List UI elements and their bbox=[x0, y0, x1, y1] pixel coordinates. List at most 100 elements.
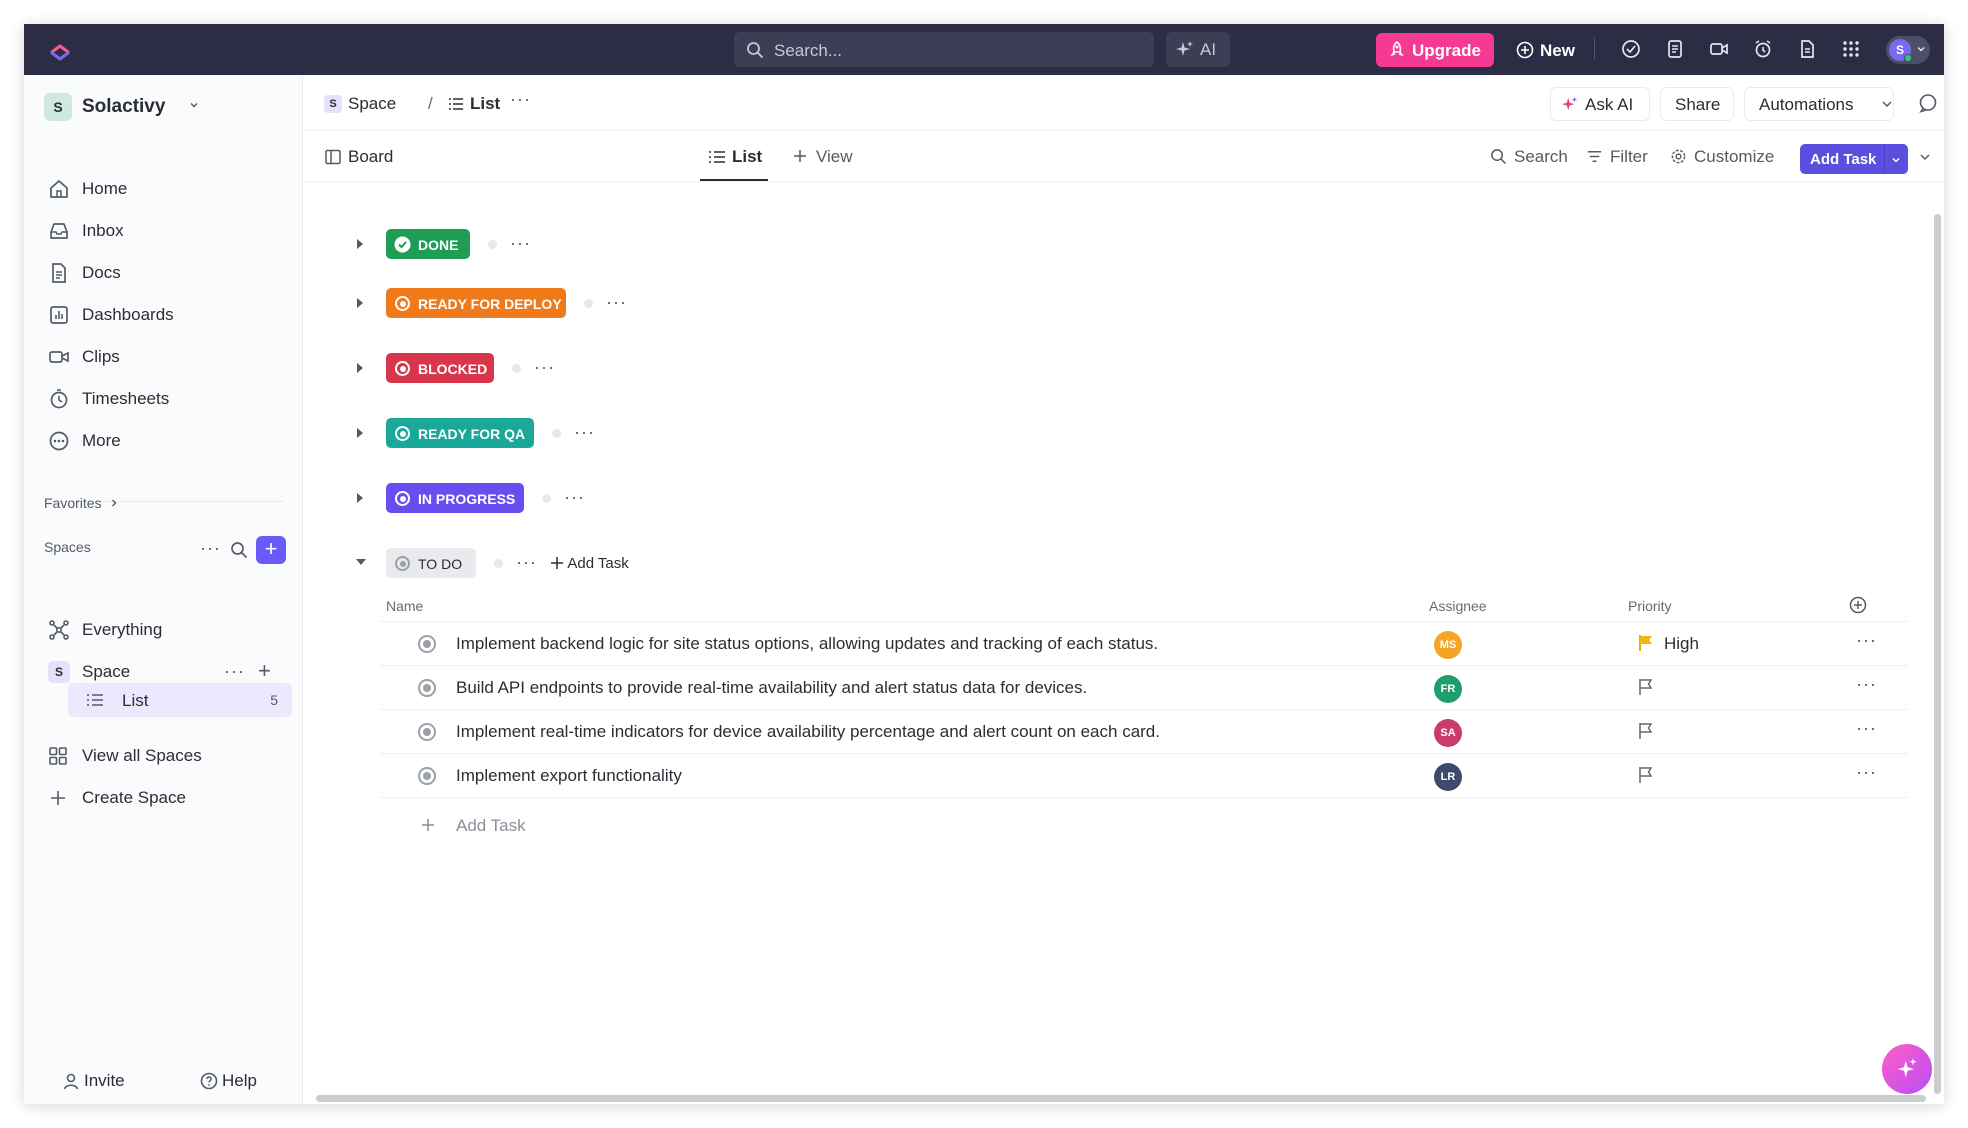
list-more-icon[interactable]: ··· bbox=[510, 89, 531, 110]
sidebar-item-create-space[interactable]: Create Space bbox=[48, 783, 288, 813]
ai-assistant-button[interactable] bbox=[1882, 1044, 1932, 1094]
spaces-more-icon[interactable]: ··· bbox=[200, 538, 221, 559]
space-add-icon[interactable]: + bbox=[258, 658, 271, 684]
sidebar-item-dashboards[interactable]: Dashboards bbox=[48, 300, 278, 330]
row-more-icon[interactable]: ··· bbox=[1856, 762, 1877, 783]
share-button[interactable]: Share bbox=[1660, 87, 1734, 121]
status-badge[interactable]: TO DO bbox=[386, 548, 476, 578]
automations-button[interactable]: Automations bbox=[1744, 87, 1894, 121]
group-more-icon[interactable]: ··· bbox=[564, 487, 585, 508]
column-header-assignee[interactable]: Assignee bbox=[1429, 598, 1487, 614]
chat-bubble-icon[interactable] bbox=[1918, 93, 1938, 113]
sidebar-item-home[interactable]: Home bbox=[48, 174, 278, 204]
task-name[interactable]: Build API endpoints to provide real-time… bbox=[456, 678, 1087, 698]
group-add-task-button[interactable]: Add Task bbox=[550, 555, 629, 572]
caret-right-icon[interactable] bbox=[354, 296, 366, 310]
tab-list-label: List bbox=[732, 147, 763, 166]
task-status-icon[interactable] bbox=[418, 679, 436, 697]
caret-right-icon[interactable] bbox=[354, 361, 366, 375]
task-name[interactable]: Implement export functionality bbox=[456, 766, 682, 786]
caret-right-icon[interactable] bbox=[354, 237, 366, 251]
status-badge[interactable]: READY FOR QA bbox=[386, 418, 534, 448]
filter-button[interactable]: Filter bbox=[1586, 146, 1656, 170]
apps-grid-icon[interactable] bbox=[1840, 38, 1862, 60]
caret-down-icon[interactable] bbox=[354, 556, 368, 568]
upgrade-label: Upgrade bbox=[1412, 41, 1481, 60]
flag-empty-icon[interactable] bbox=[1638, 678, 1654, 696]
group-more-icon[interactable]: ··· bbox=[574, 422, 595, 443]
add-view-button[interactable]: View bbox=[792, 146, 862, 170]
row-more-icon[interactable]: ··· bbox=[1856, 630, 1877, 651]
add-column-icon[interactable] bbox=[1848, 595, 1868, 615]
document-icon[interactable] bbox=[1796, 38, 1818, 60]
priority-label[interactable]: High bbox=[1664, 634, 1699, 654]
check-circle-icon[interactable] bbox=[1620, 38, 1642, 60]
breadcrumb-list[interactable]: List bbox=[470, 94, 500, 114]
breadcrumb-space[interactable]: Space bbox=[348, 94, 396, 114]
sidebar-item-list[interactable]: List 5 bbox=[68, 683, 292, 717]
task-status-icon[interactable] bbox=[418, 767, 436, 785]
horizontal-scrollbar[interactable] bbox=[316, 1095, 1926, 1102]
group-more-icon[interactable]: ··· bbox=[510, 233, 531, 254]
assignee-avatar[interactable]: MS bbox=[1434, 631, 1462, 659]
sidebar-item-view-all-spaces[interactable]: View all Spaces bbox=[48, 741, 288, 771]
chevron-down-icon[interactable] bbox=[1890, 154, 1902, 166]
sidebar-item-docs[interactable]: Docs bbox=[48, 258, 278, 288]
sidebar-item-timesheets[interactable]: Timesheets bbox=[48, 384, 278, 414]
space-more-icon[interactable]: ··· bbox=[224, 661, 245, 682]
column-header-name[interactable]: Name bbox=[386, 598, 423, 614]
sidebar-item-everything[interactable]: Everything bbox=[48, 615, 288, 645]
tab-list[interactable]: List bbox=[708, 146, 768, 170]
sidebar-item-more[interactable]: More bbox=[48, 426, 278, 456]
favorites-section[interactable]: Favorites bbox=[44, 495, 119, 511]
alarm-clock-icon[interactable] bbox=[1752, 38, 1774, 60]
dashboards-icon bbox=[50, 306, 68, 324]
status-badge[interactable]: DONE bbox=[386, 229, 470, 259]
notepad-icon[interactable] bbox=[1664, 38, 1686, 60]
flag-high-icon[interactable] bbox=[1638, 634, 1654, 652]
tab-board[interactable]: Board bbox=[324, 146, 404, 170]
sidebar-item-inbox[interactable]: Inbox bbox=[48, 216, 278, 246]
group-more-icon[interactable]: ··· bbox=[606, 292, 627, 313]
table-row[interactable]: Implement real-time indicators for devic… bbox=[380, 710, 1908, 754]
chevron-down-icon[interactable] bbox=[1918, 150, 1932, 164]
column-header-priority[interactable]: Priority bbox=[1628, 598, 1672, 614]
table-row[interactable]: Implement export functionality LR ··· bbox=[380, 754, 1908, 798]
ai-button[interactable]: AI bbox=[1166, 32, 1230, 67]
assignee-avatar[interactable]: LR bbox=[1434, 763, 1462, 791]
group-more-icon[interactable]: ··· bbox=[516, 552, 537, 573]
ask-ai-button[interactable]: Ask AI bbox=[1550, 87, 1650, 121]
task-status-icon[interactable] bbox=[418, 723, 436, 741]
table-row[interactable]: Build API endpoints to provide real-time… bbox=[380, 666, 1908, 710]
row-more-icon[interactable]: ··· bbox=[1856, 718, 1877, 739]
status-badge[interactable]: READY FOR DEPLOY bbox=[386, 288, 566, 318]
status-badge[interactable]: IN PROGRESS bbox=[386, 483, 524, 513]
add-task-button[interactable]: Add Task bbox=[1800, 144, 1908, 174]
new-button[interactable]: New bbox=[1508, 33, 1584, 67]
row-more-icon[interactable]: ··· bbox=[1856, 674, 1877, 695]
task-name[interactable]: Implement backend logic for site status … bbox=[456, 634, 1158, 654]
chevron-down-icon[interactable] bbox=[1880, 97, 1894, 111]
global-search-input[interactable]: Search... bbox=[734, 32, 1154, 67]
add-space-button[interactable]: + bbox=[256, 536, 286, 564]
task-name[interactable]: Implement real-time indicators for devic… bbox=[456, 722, 1160, 742]
customize-button[interactable]: Customize bbox=[1670, 146, 1788, 170]
user-menu[interactable]: S bbox=[1886, 36, 1930, 64]
flag-empty-icon[interactable] bbox=[1638, 766, 1654, 784]
assignee-avatar[interactable]: SA bbox=[1434, 719, 1462, 747]
vertical-scrollbar[interactable] bbox=[1934, 214, 1941, 1094]
assignee-avatar[interactable]: FR bbox=[1434, 675, 1462, 703]
clickup-logo-icon[interactable] bbox=[48, 37, 72, 61]
video-icon[interactable] bbox=[1708, 38, 1730, 60]
group-more-icon[interactable]: ··· bbox=[534, 357, 555, 378]
upgrade-button[interactable]: Upgrade bbox=[1376, 33, 1494, 67]
search-icon[interactable] bbox=[230, 541, 248, 559]
caret-right-icon[interactable] bbox=[354, 426, 366, 440]
sidebar-item-clips[interactable]: Clips bbox=[48, 342, 278, 372]
table-row[interactable]: Implement backend logic for site status … bbox=[380, 622, 1908, 666]
search-tasks-button[interactable]: Search bbox=[1490, 146, 1570, 170]
status-badge[interactable]: BLOCKED bbox=[386, 353, 494, 383]
task-status-icon[interactable] bbox=[418, 635, 436, 653]
caret-right-icon[interactable] bbox=[354, 491, 366, 505]
flag-empty-icon[interactable] bbox=[1638, 722, 1654, 740]
